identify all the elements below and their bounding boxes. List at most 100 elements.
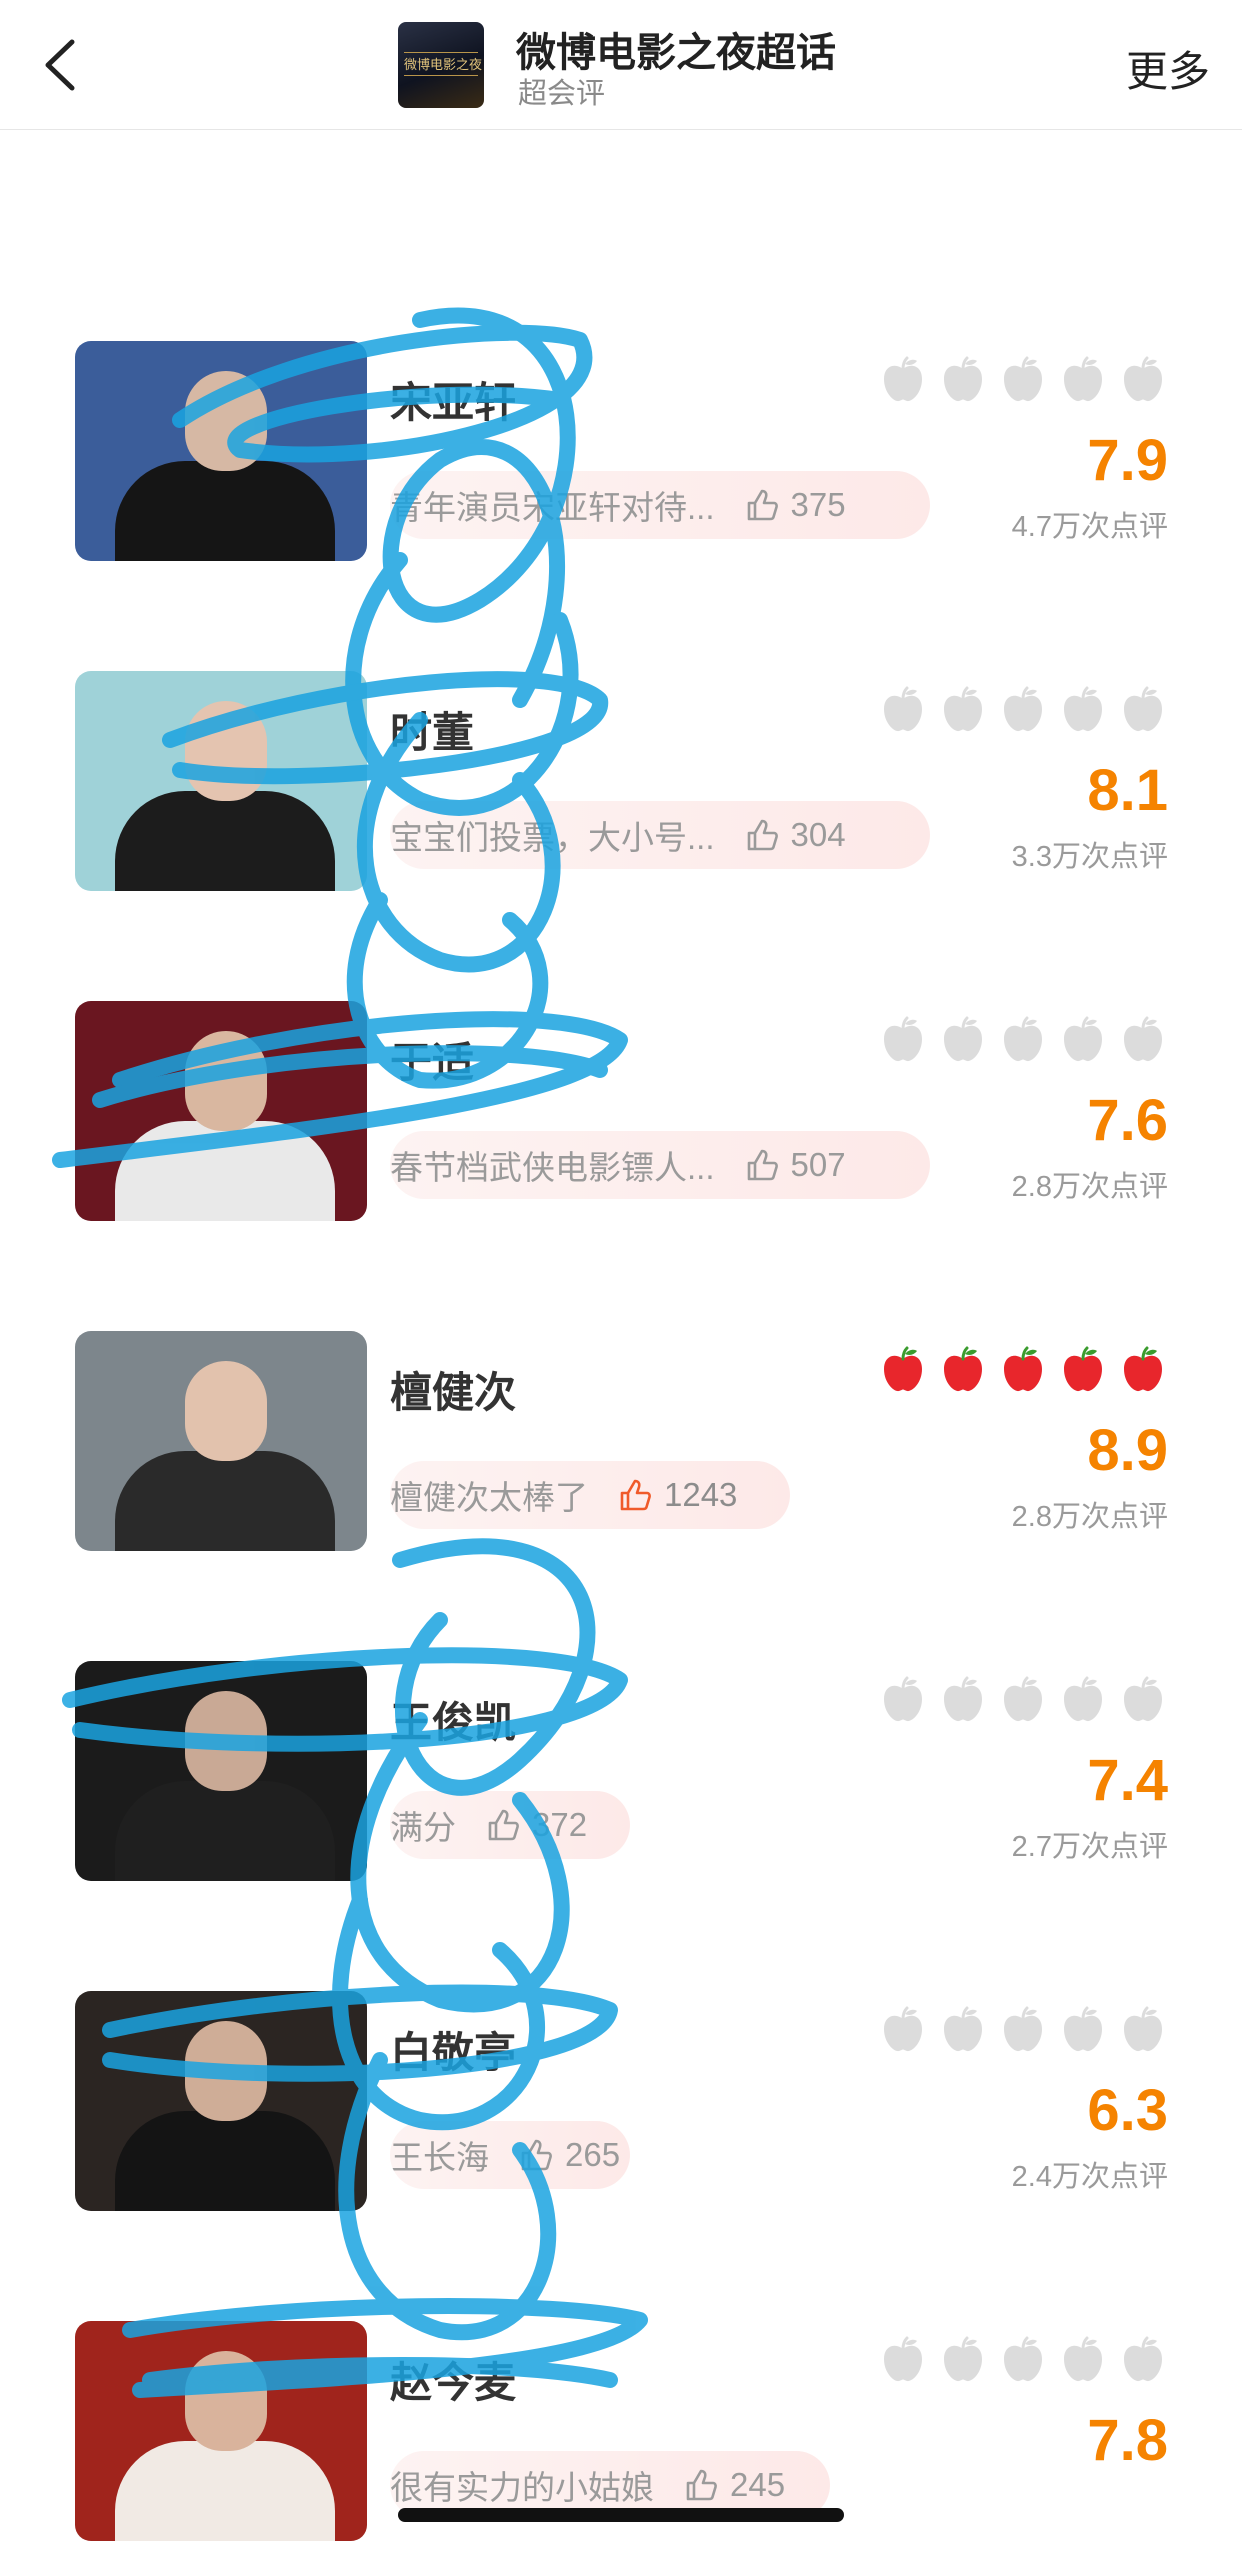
apple-icon[interactable] (878, 1675, 928, 1725)
apple-rating[interactable] (878, 2335, 1168, 2385)
person-photo[interactable] (75, 1991, 367, 2211)
apple-icon[interactable] (1118, 685, 1168, 735)
apple-icon[interactable] (998, 355, 1048, 405)
apple-icon[interactable] (1058, 2335, 1108, 2385)
person-photo[interactable] (75, 671, 367, 891)
apple-rating[interactable] (878, 1015, 1168, 1065)
like-count: 372 (532, 1806, 588, 1843)
apple-rating[interactable] (878, 355, 1168, 405)
thumbs-up-icon[interactable] (482, 1805, 522, 1845)
apple-icon[interactable] (938, 1675, 988, 1725)
person-name: 宋亚轩 (390, 379, 517, 426)
photo-figure-body (115, 2441, 335, 2541)
topic-avatar[interactable]: 微博电影之夜 (398, 22, 484, 108)
comment-text: 青年演员宋亚轩对待... (390, 489, 715, 526)
review-count: 2.8万次点评 (1011, 1171, 1168, 1203)
apple-icon[interactable] (1118, 1015, 1168, 1065)
rating-row[interactable]: 白敬亭 王长海 265 6.3 2.4万次点评 (0, 1991, 1242, 2211)
thumbs-up-icon[interactable] (515, 2135, 555, 2175)
apple-icon[interactable] (938, 1015, 988, 1065)
apple-icon[interactable] (998, 1675, 1048, 1725)
apple-icon[interactable] (1058, 2005, 1108, 2055)
photo-figure-body (115, 791, 335, 891)
apple-icon[interactable] (1058, 1345, 1108, 1395)
apple-rating[interactable] (878, 1675, 1168, 1725)
thumbs-up-icon[interactable] (741, 1145, 781, 1185)
apple-icon[interactable] (878, 2005, 928, 2055)
apple-icon[interactable] (878, 355, 928, 405)
score-value: 6.3 (1087, 2078, 1168, 2143)
chevron-left-icon (45, 39, 75, 91)
apple-icon[interactable] (1118, 2335, 1168, 2385)
rating-row[interactable]: 王俊凯 满分 372 7.4 2.7万次点评 (0, 1661, 1242, 1881)
apple-icon[interactable] (878, 1015, 928, 1065)
person-photo[interactable] (75, 1661, 367, 1881)
top-comment[interactable]: 春节档武侠电影镖人... 507 (390, 1131, 930, 1199)
apple-icon[interactable] (938, 685, 988, 735)
comment-text: 王长海 (390, 2139, 489, 2176)
person-name: 时董 (390, 709, 475, 756)
thumbs-up-icon[interactable] (614, 1475, 654, 1515)
apple-icon[interactable] (938, 355, 988, 405)
apple-rating[interactable] (878, 1345, 1168, 1395)
photo-figure-body (115, 1121, 335, 1221)
top-comment[interactable]: 满分 372 (390, 1791, 630, 1859)
apple-icon[interactable] (1118, 2005, 1168, 2055)
apple-icon[interactable] (938, 2005, 988, 2055)
photo-figure-body (115, 2111, 335, 2211)
comment-text: 春节档武侠电影镖人... (390, 1149, 715, 1186)
rating-row[interactable]: 宋亚轩 青年演员宋亚轩对待... 375 7.9 4.7万次点评 (0, 341, 1242, 561)
apple-icon[interactable] (878, 1345, 928, 1395)
top-comment[interactable]: 宝宝们投票，大小号... 304 (390, 801, 930, 869)
apple-icon[interactable] (938, 2335, 988, 2385)
like-count: 375 (790, 486, 846, 523)
top-comment[interactable]: 檀健次太棒了 1243 (390, 1461, 790, 1529)
rating-row[interactable]: 时董 宝宝们投票，大小号... 304 8.1 3.3万次点评 (0, 671, 1242, 891)
person-photo[interactable] (75, 341, 367, 561)
person-photo[interactable] (75, 2321, 367, 2541)
apple-icon[interactable] (1058, 355, 1108, 405)
apple-icon[interactable] (1118, 1345, 1168, 1395)
apple-icon[interactable] (878, 685, 928, 735)
apple-icon[interactable] (998, 1015, 1048, 1065)
person-name: 王俊凯 (390, 1699, 517, 1746)
score-value: 7.9 (1087, 428, 1168, 493)
score-value: 8.1 (1087, 758, 1168, 823)
apple-icon[interactable] (998, 2005, 1048, 2055)
apple-icon[interactable] (938, 1345, 988, 1395)
apple-icon[interactable] (998, 685, 1048, 735)
comment-text: 很有实力的小姑娘 (390, 2469, 654, 2506)
score-value: 7.8 (1087, 2408, 1168, 2473)
apple-icon[interactable] (1058, 1675, 1108, 1725)
apple-icon[interactable] (998, 2335, 1048, 2385)
apple-rating[interactable] (878, 685, 1168, 735)
like-count: 507 (790, 1146, 846, 1183)
photo-figure-head (185, 2351, 267, 2451)
photo-figure-head (185, 2021, 267, 2121)
page-subtitle: 超会评 (518, 78, 606, 110)
back-button[interactable] (28, 30, 98, 100)
score-value: 7.4 (1087, 1748, 1168, 1813)
top-comment[interactable]: 王长海 265 (390, 2121, 630, 2189)
photo-figure-body (115, 1451, 335, 1551)
apple-icon[interactable] (1118, 355, 1168, 405)
thumbs-up-icon[interactable] (741, 815, 781, 855)
score-value: 7.6 (1087, 1088, 1168, 1153)
thumbs-up-icon[interactable] (680, 2465, 720, 2505)
person-name: 檀健次 (390, 1369, 517, 1416)
thumbs-up-icon[interactable] (741, 485, 781, 525)
review-count: 2.4万次点评 (1011, 2161, 1168, 2193)
apple-icon[interactable] (1058, 685, 1108, 735)
rating-row[interactable]: 檀健次 檀健次太棒了 1243 8.9 2.8万次点评 (0, 1331, 1242, 1551)
person-photo[interactable] (75, 1001, 367, 1221)
apple-icon[interactable] (878, 2335, 928, 2385)
top-comment[interactable]: 青年演员宋亚轩对待... 375 (390, 471, 930, 539)
apple-icon[interactable] (1118, 1675, 1168, 1725)
person-photo[interactable] (75, 1331, 367, 1551)
apple-icon[interactable] (998, 1345, 1048, 1395)
apple-icon[interactable] (1058, 1015, 1108, 1065)
rating-row[interactable]: 于适 春节档武侠电影镖人... 507 7.6 2.8万次点评 (0, 1001, 1242, 1221)
photo-figure-head (185, 701, 267, 801)
apple-rating[interactable] (878, 2005, 1168, 2055)
more-button[interactable]: 更多 (1126, 38, 1210, 99)
